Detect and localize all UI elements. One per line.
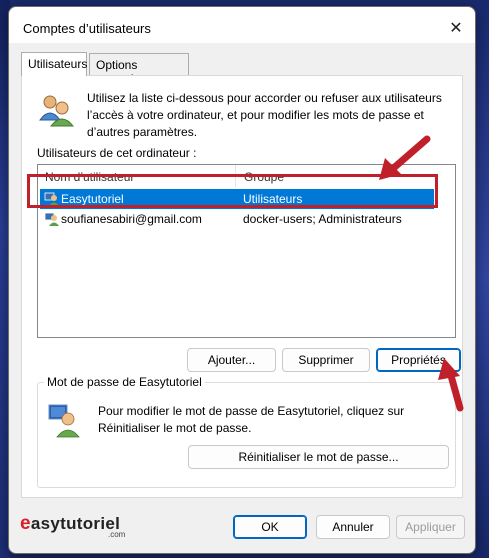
cell-group: docker-users; Administrateurs	[243, 212, 402, 226]
apply-button[interactable]: Appliquer	[396, 515, 465, 539]
user-icon	[44, 211, 59, 229]
logo-domain: .com	[108, 530, 126, 539]
remove-button[interactable]: Supprimer	[282, 348, 370, 372]
add-button[interactable]: Ajouter...	[187, 348, 276, 372]
reset-password-button[interactable]: Réinitialiser le mot de passe...	[188, 445, 449, 469]
password-group-title: Mot de passe de Easytutoriel	[44, 375, 205, 389]
users-icon	[38, 92, 75, 131]
password-group: Mot de passe de Easytutoriel Pour modifi…	[37, 375, 456, 488]
users-tab-panel: Utilisez la liste ci-dessous pour accord…	[21, 75, 463, 498]
logo-brand: asytutoriel	[30, 514, 121, 533]
logo-initial: e	[20, 513, 31, 534]
users-listview[interactable]: Nom d’utilisateur Groupe Easytutoriel Ut…	[37, 164, 456, 338]
easytutoriel-logo: easytutoriel	[20, 513, 120, 535]
title-bar: Comptes d’utilisateurs ✕	[9, 7, 475, 43]
list-header: Nom d’utilisateur Groupe	[38, 165, 455, 187]
close-icon: ✕	[449, 20, 463, 37]
column-header-username[interactable]: Nom d’utilisateur	[38, 165, 236, 187]
ok-button[interactable]: OK	[233, 515, 307, 539]
column-header-group[interactable]: Groupe	[237, 165, 447, 187]
intro-text: Utilisez la liste ci-dessous pour accord…	[87, 91, 442, 139]
users-list-label: Utilisateurs de cet ordinateur :	[37, 146, 197, 160]
list-item-user[interactable]: Easytutoriel Utilisateurs	[40, 189, 434, 209]
cell-username: soufianesabiri@gmail.com	[61, 212, 202, 226]
password-help-text: Pour modifier le mot de passe de Easytut…	[98, 404, 405, 435]
window-title: Comptes d’utilisateurs	[23, 21, 151, 36]
list-item-user[interactable]: soufianesabiri@gmail.com docker-users; A…	[40, 209, 434, 229]
user-icon	[44, 191, 59, 209]
tab-advanced-options[interactable]: Options avancées	[89, 53, 189, 86]
tab-users[interactable]: Utilisateurs	[21, 52, 87, 76]
password-user-icon	[48, 403, 82, 442]
properties-button[interactable]: Propriétés	[376, 348, 461, 372]
cancel-button[interactable]: Annuler	[316, 515, 390, 539]
close-button[interactable]: ✕	[443, 15, 469, 41]
desktop-background-right	[475, 0, 489, 558]
cell-group: Utilisateurs	[243, 192, 303, 206]
cell-username: Easytutoriel	[61, 192, 124, 206]
user-accounts-dialog: Comptes d’utilisateurs ✕ Utilisateurs Op…	[8, 6, 476, 554]
